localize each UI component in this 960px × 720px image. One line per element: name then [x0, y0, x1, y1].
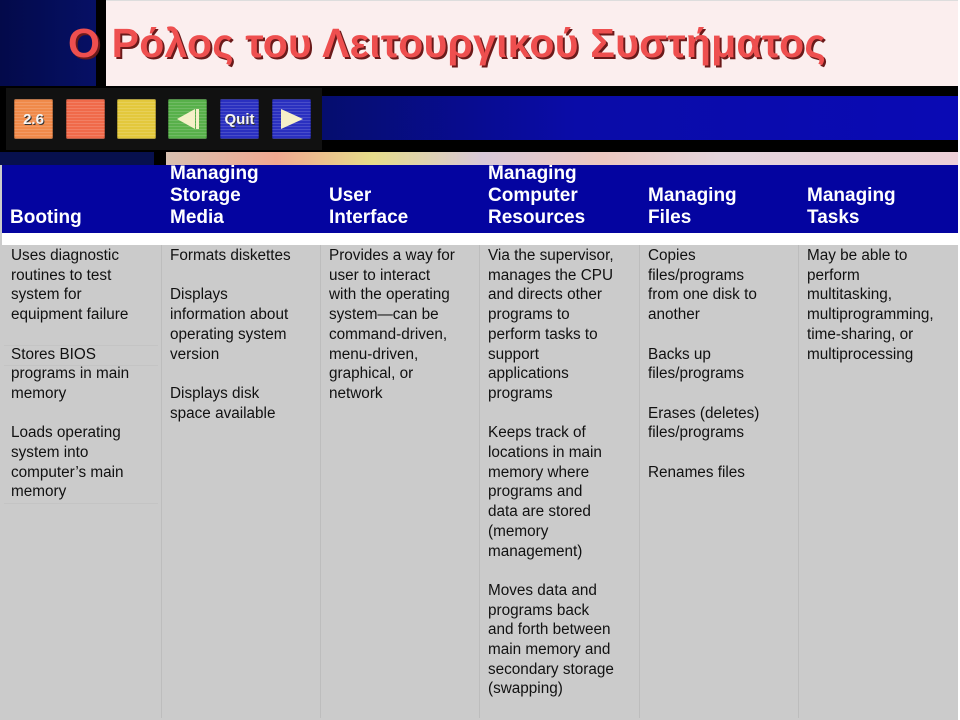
cell-text: Provides a way for user to interact with… — [329, 247, 455, 402]
cell-text: Via the supervisor, manages the CPU and … — [488, 247, 614, 402]
cell-text: Renames files — [648, 463, 745, 481]
slide-title: Ο Ρόλος του Λειτουργικού Συστήματος — [68, 20, 826, 66]
arrow-right-icon — [280, 109, 303, 129]
cell-text: Displays disk space available — [170, 384, 276, 422]
cell-text: Keeps track of locations in main memory … — [488, 424, 602, 560]
column-tasks: May be able to perform multitasking, mul… — [807, 246, 959, 384]
section-label: 2.6 — [23, 110, 44, 128]
cell-text: Erases (deletes) files/programs — [648, 404, 760, 442]
column-files: Copies files/programs from one disk to a… — [648, 246, 798, 502]
cell-text: Backs up files/programs — [648, 345, 745, 383]
decorative-blue-bar — [322, 96, 958, 140]
header-booting: Booting — [10, 207, 82, 229]
header-user-interface: User Interface — [329, 185, 408, 229]
previous-button[interactable] — [168, 99, 207, 139]
cell-text: Uses diagnostic routines to test system … — [11, 247, 129, 324]
header-files: Managing Files — [648, 185, 737, 229]
header-computer-resources: Managing Computer Resources — [488, 163, 585, 229]
os-roles-table: Booting Managing Storage Media User Inte… — [2, 163, 959, 719]
column-storage-media: Formats diskettes Displays information a… — [170, 246, 320, 443]
column-divider — [320, 245, 321, 718]
column-computer-resources: Via the supervisor, manages the CPU and … — [488, 246, 640, 719]
cell-text: Displays information about operating sys… — [170, 286, 289, 363]
nav-button-yellow[interactable] — [117, 99, 156, 139]
column-booting: Uses diagnostic routines to test system … — [11, 246, 161, 522]
header-tasks: Managing Tasks — [807, 185, 896, 229]
strip-gap — [154, 152, 166, 165]
cell-text: Copies files/programs from one disk to a… — [648, 247, 757, 324]
column-divider — [479, 245, 480, 718]
header-text: User Interface — [329, 185, 409, 228]
quit-button[interactable]: Quit — [220, 99, 259, 139]
table-spacer-row — [2, 233, 958, 245]
next-button[interactable] — [272, 99, 311, 139]
arrow-left-icon — [176, 109, 195, 129]
header-storage-media: Managing Storage Media — [170, 163, 259, 229]
cell-text: May be able to perform multitasking, mul… — [807, 247, 934, 363]
quit-label: Quit — [224, 110, 255, 128]
table-header-row: Booting Managing Storage Media User Inte… — [2, 163, 958, 233]
header-text: Managing Computer Resources — [488, 163, 586, 228]
cell-text: Formats diskettes — [170, 247, 291, 264]
arrow-left-icon-bar — [195, 109, 199, 129]
header-text: Booting — [10, 207, 82, 228]
cell-text: Moves data and programs back and forth b… — [488, 581, 614, 698]
header-text: Managing Files — [648, 185, 737, 228]
column-user-interface: Provides a way for user to interact with… — [329, 246, 479, 423]
header-text: Managing Storage Media — [170, 163, 259, 228]
header-text: Managing Tasks — [807, 185, 896, 228]
navy-strip — [0, 152, 154, 165]
column-divider — [161, 245, 162, 718]
nav-button-red[interactable] — [66, 99, 105, 139]
cell-text: Stores BIOS programs in main memory — [11, 345, 130, 402]
cell-text: Loads operating system into computer’s m… — [11, 424, 124, 501]
column-divider — [798, 245, 799, 718]
section-button[interactable]: 2.6 — [14, 99, 53, 139]
